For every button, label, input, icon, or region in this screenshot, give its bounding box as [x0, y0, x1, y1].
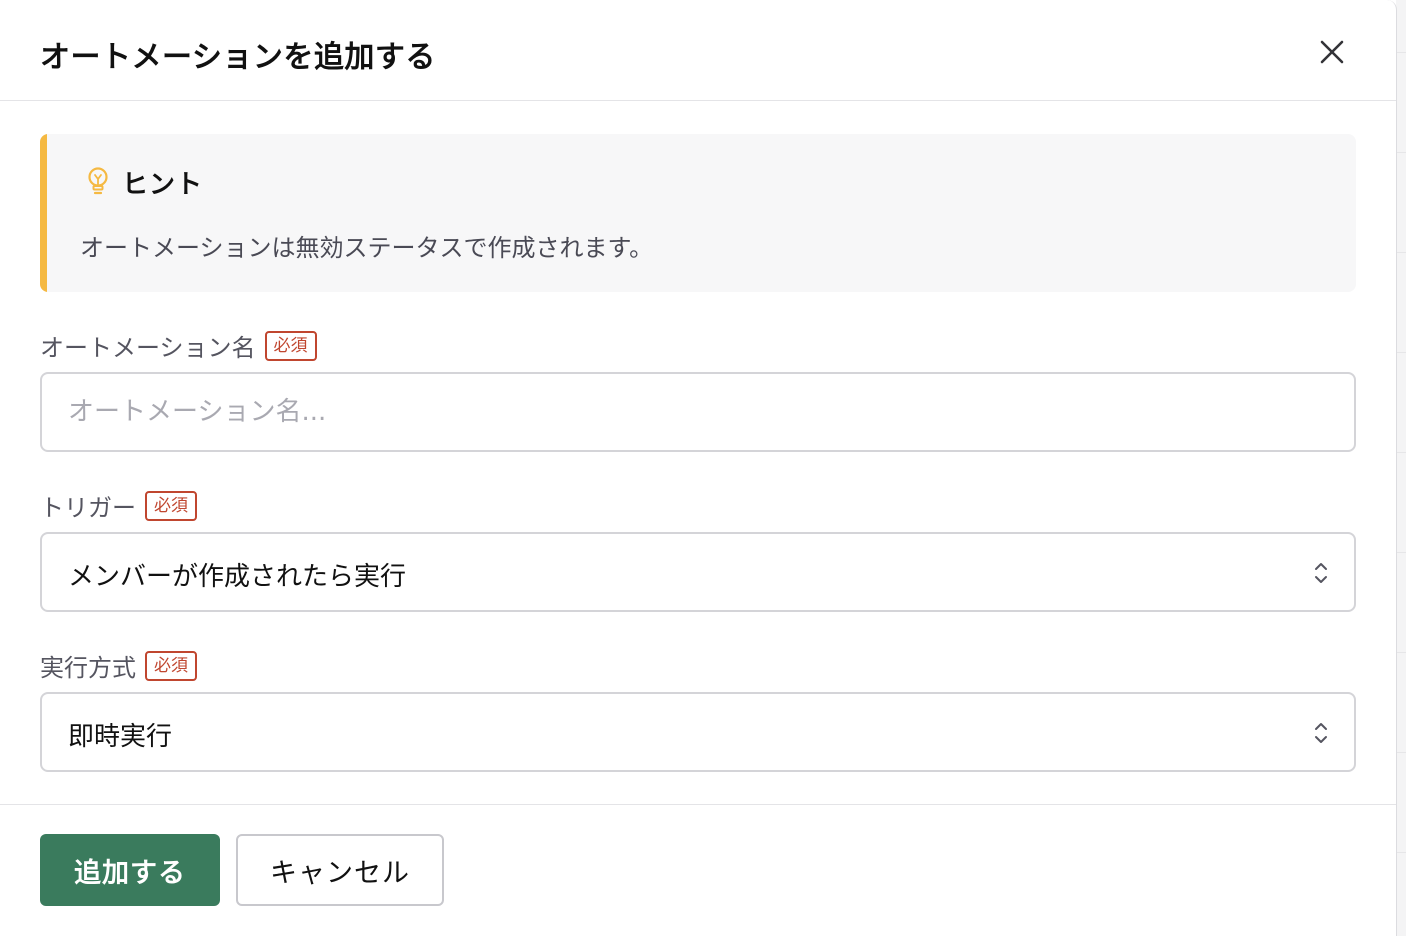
chevron-updown-icon — [1315, 723, 1327, 743]
chevron-updown-icon — [1315, 563, 1327, 583]
cancel-button[interactable]: キャンセル — [236, 834, 444, 906]
dialog-footer: 追加する キャンセル — [0, 804, 1396, 936]
trigger-label: トリガー 必須 — [40, 488, 197, 523]
trigger-select[interactable]: メンバーが作成されたら実行 — [40, 532, 1356, 612]
trigger-label-text: トリガー — [40, 494, 136, 522]
execution-method-label-text: 実行方式 — [40, 654, 136, 682]
execution-method-label: 実行方式 必須 — [40, 648, 197, 683]
automation-name-field-wrapper — [40, 372, 1356, 452]
hint-title: ヒント — [122, 170, 204, 200]
execution-method-selected-value: 即時実行 — [68, 722, 173, 752]
backdrop-overlay — [1396, 0, 1406, 936]
automation-name-label: オートメーション名 必須 — [40, 328, 317, 363]
required-badge: 必須 — [264, 330, 317, 361]
hint-accent-bar — [40, 134, 47, 292]
dialog-header: オートメーションを追加する — [0, 0, 1396, 101]
hint-callout: ヒント オートメーションは無効ステータスで作成されます。 — [40, 134, 1356, 292]
dialog-title: オートメーションを追加する — [40, 40, 436, 75]
add-automation-dialog: オートメーションを追加する ヒント オートメーションは無効ステータスで作成されま… — [0, 0, 1397, 936]
lightbulb-icon — [88, 167, 108, 195]
required-badge: 必須 — [145, 650, 197, 681]
automation-name-input[interactable] — [42, 374, 1354, 450]
add-button[interactable]: 追加する — [40, 834, 220, 906]
automation-name-label-text: オートメーション名 — [40, 334, 256, 362]
close-icon — [1320, 40, 1344, 64]
required-badge: 必須 — [145, 490, 197, 521]
trigger-selected-value: メンバーが作成されたら実行 — [68, 562, 407, 592]
hint-text: オートメーションは無効ステータスで作成されます。 — [80, 234, 654, 262]
execution-method-select[interactable]: 即時実行 — [40, 692, 1356, 772]
close-button[interactable] — [1312, 32, 1352, 72]
